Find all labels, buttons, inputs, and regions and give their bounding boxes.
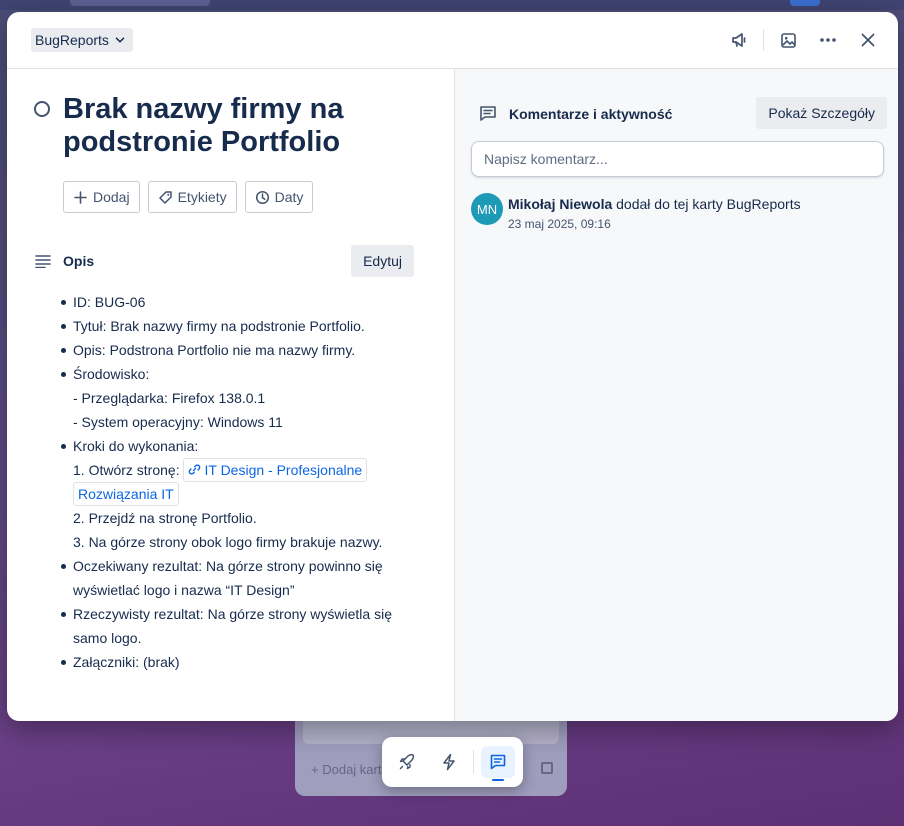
lightning-icon: [443, 753, 455, 771]
board-header-strip: [0, 0, 904, 10]
header-actions: [715, 26, 884, 54]
dock-divider: [473, 750, 474, 774]
list-item: - System operacyjny: Windows 11: [73, 414, 283, 430]
watch-button[interactable]: [723, 26, 755, 54]
dock-comments-button[interactable]: [481, 746, 515, 778]
list-item: Środowisko:: [61, 362, 423, 386]
dates-button[interactable]: Daty: [244, 181, 314, 213]
activity-heading: Komentarze i aktywność: [509, 106, 673, 122]
dock-automation-button[interactable]: [432, 746, 466, 778]
list-name: BugReports: [35, 32, 109, 48]
template-icon: [541, 762, 553, 774]
board-header-element: [790, 0, 820, 6]
list-item: Rzeczywisty rezultat: Na górze strony wy…: [61, 602, 423, 650]
card-title[interactable]: Brak nazwy firmy na podstronie Portfolio: [63, 93, 423, 159]
comment-icon: [480, 106, 496, 121]
activity-entry-text: Mikołaj Niewola dodał do tej karty BugRe…: [508, 196, 801, 212]
edit-description-button[interactable]: Edytuj: [351, 245, 414, 277]
header-divider: [763, 29, 764, 51]
description-heading: Opis: [63, 253, 95, 269]
close-button[interactable]: [852, 26, 884, 54]
activity-user[interactable]: Mikołaj Niewola: [508, 196, 612, 212]
list-item: Oczekiwany rezultat: Na górze strony pow…: [61, 554, 423, 602]
list-selector[interactable]: BugReports: [31, 28, 133, 52]
card-modal: BugReports Brak nazwy firmy na podstroni…: [7, 12, 898, 721]
comment-input[interactable]: [471, 141, 884, 177]
more-icon: [820, 38, 836, 42]
link-icon: [189, 464, 201, 475]
list-item: 3. Na górze strony obok logo firmy braku…: [73, 534, 383, 550]
chevron-down-icon: [115, 37, 125, 43]
comment-icon: [490, 754, 506, 770]
list-item: ID: BUG-06: [61, 290, 423, 314]
list-item: Kroki do wykonania:: [61, 434, 423, 458]
tag-icon: [158, 190, 172, 204]
avatar[interactable]: MN: [471, 193, 503, 225]
list-item: Tytuł: Brak nazwy firmy na podstronie Po…: [61, 314, 423, 338]
description-header: Opis Edytuj: [35, 245, 414, 277]
labels-button[interactable]: Etykiety: [147, 181, 237, 213]
list-item: 1. Otwórz stronę: IT Design - Profesjona…: [73, 458, 423, 506]
card-actions: Dodaj Etykiety Daty: [63, 181, 314, 213]
modal-header: BugReports: [7, 12, 898, 69]
bottom-dock: [382, 737, 523, 787]
card-main-column: Brak nazwy firmy na podstronie Portfolio…: [7, 69, 454, 721]
cover-button[interactable]: [772, 26, 804, 54]
activity-header: Komentarze i aktywność Pokaż Szczegóły: [479, 97, 887, 129]
background-add-card: + Dodaj kartę: [311, 762, 389, 777]
dock-active-indicator: [492, 779, 504, 781]
board-header-element: [70, 0, 210, 6]
add-button-label: Dodaj: [93, 189, 130, 205]
complete-checkbox[interactable]: [34, 101, 50, 117]
list-item: 2. Przejdź na stronę Portfolio.: [73, 510, 257, 526]
megaphone-icon: [732, 33, 746, 47]
plus-icon: [74, 190, 87, 204]
rocket-icon: [399, 753, 415, 770]
description-body[interactable]: ID: BUG-06 Tytuł: Brak nazwy firmy na po…: [61, 290, 423, 674]
close-icon: [861, 33, 875, 47]
show-details-button[interactable]: Pokaż Szczegóły: [756, 97, 887, 129]
list-item: Załączniki: (brak): [61, 650, 423, 674]
description-icon: [35, 255, 51, 268]
more-button[interactable]: [812, 26, 844, 54]
dates-button-label: Daty: [274, 189, 304, 205]
image-icon: [780, 32, 796, 48]
add-button[interactable]: Dodaj: [63, 181, 140, 213]
dock-inbox-button[interactable]: [390, 746, 424, 778]
activity-timestamp[interactable]: 23 maj 2025, 09:16: [508, 217, 611, 231]
list-item: - Przeglądarka: Firefox 138.0.1: [73, 390, 266, 406]
clock-icon: [255, 190, 269, 204]
labels-button-label: Etykiety: [177, 189, 227, 205]
list-item: Opis: Podstrona Portfolio nie ma nazwy f…: [61, 338, 423, 362]
activity-panel: Komentarze i aktywność Pokaż Szczegóły M…: [454, 69, 898, 721]
activity-action: dodał do tej karty BugReports: [616, 196, 801, 212]
